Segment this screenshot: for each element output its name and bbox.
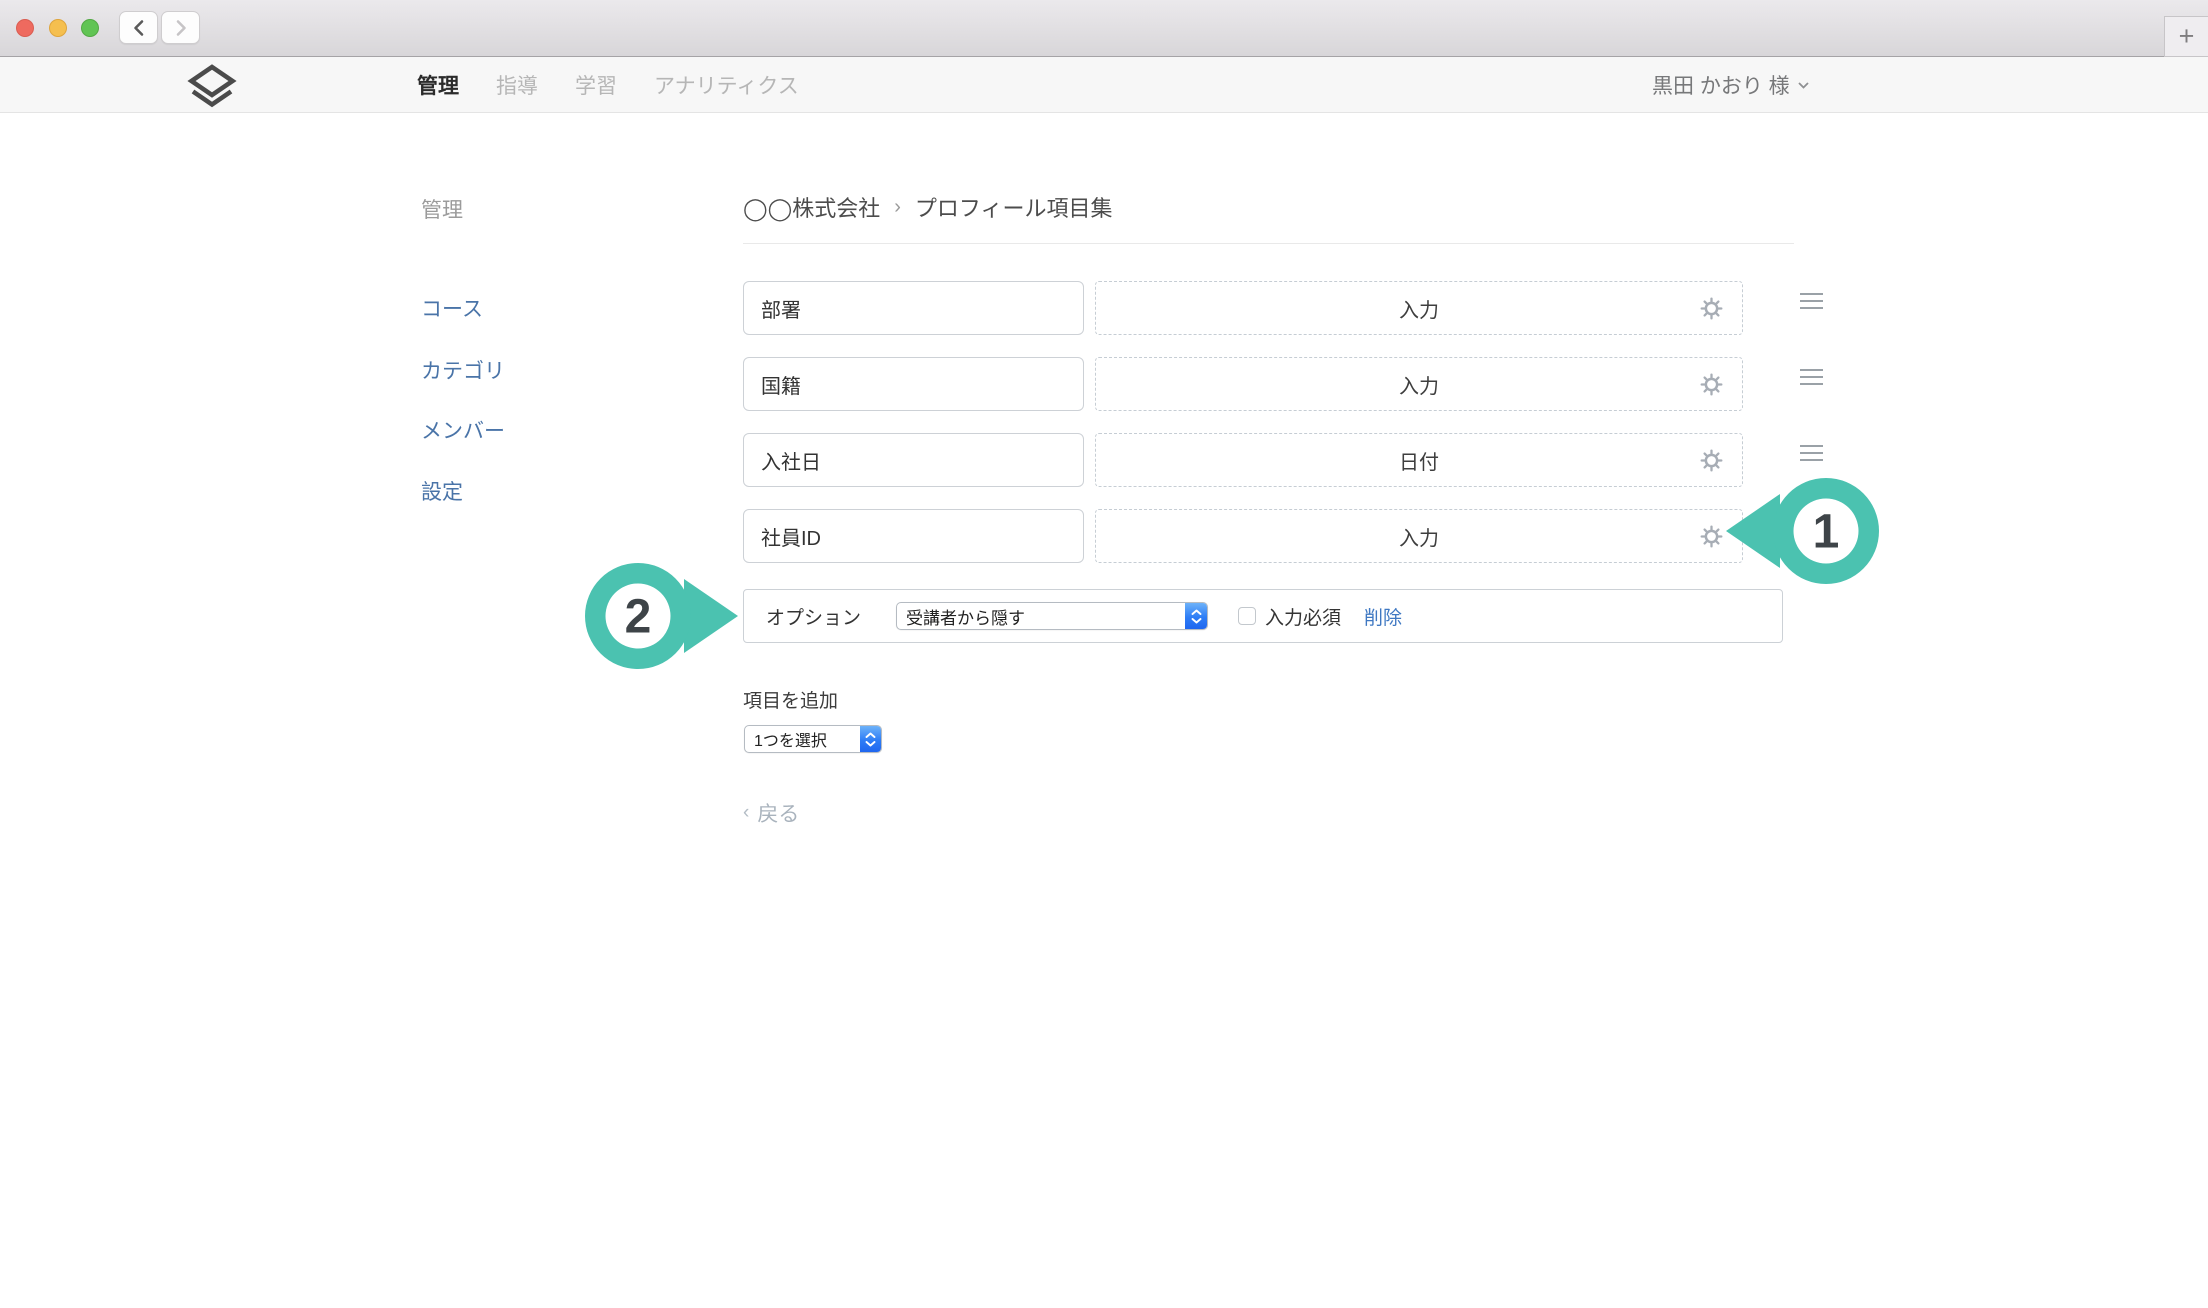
callout-number: 1 xyxy=(1813,506,1840,559)
layers-icon xyxy=(186,64,238,108)
chevron-right-icon xyxy=(174,19,188,37)
browser-forward-button[interactable] xyxy=(161,11,200,44)
app-logo[interactable] xyxy=(186,64,238,113)
drag-handle[interactable] xyxy=(1800,445,1823,461)
field-settings-gear-icon[interactable] xyxy=(1700,297,1723,320)
breadcrumb-separator-icon: › xyxy=(894,196,901,219)
field-type-box: 入力 xyxy=(1095,509,1743,563)
nav-tab-analytics[interactable]: アナリティクス xyxy=(654,70,799,100)
sidebar-item-settings[interactable]: 設定 xyxy=(421,476,463,506)
field-type-box: 入力 xyxy=(1095,357,1743,411)
field-settings-gear-icon[interactable] xyxy=(1700,373,1723,396)
field-name-input[interactable] xyxy=(743,509,1084,563)
field-type-box: 日付 xyxy=(1095,433,1743,487)
sidebar-item-members[interactable]: メンバー xyxy=(421,415,505,445)
user-menu[interactable]: 黒田 かおり 様 xyxy=(1652,57,1810,113)
nav-tab-admin[interactable]: 管理 xyxy=(417,70,459,100)
select-value: 1つを選択 xyxy=(745,727,827,751)
chevron-left-icon xyxy=(132,19,146,37)
drag-handle[interactable] xyxy=(1800,293,1823,309)
field-type-label: 日付 xyxy=(1399,446,1439,475)
field-type-label: 入力 xyxy=(1399,522,1439,551)
back-link-label: 戻る xyxy=(757,798,799,828)
select-value: 受講者から隠す xyxy=(897,604,1025,629)
breadcrumb-page-title: プロフィール項目集 xyxy=(915,191,1113,223)
chevron-left-icon: ‹ xyxy=(743,802,749,824)
delete-field-link[interactable]: 削除 xyxy=(1364,603,1402,630)
required-label: 入力必須 xyxy=(1265,603,1341,630)
drag-handle[interactable] xyxy=(1800,369,1823,385)
select-stepper-icon xyxy=(860,726,881,752)
chevron-down-icon xyxy=(1797,81,1810,90)
field-settings-gear-icon[interactable] xyxy=(1700,449,1723,472)
new-tab-button[interactable]: + xyxy=(2164,16,2208,57)
sidebar-item-categories[interactable]: カテゴリ xyxy=(421,355,505,385)
field-type-label: 入力 xyxy=(1399,294,1439,323)
window-titlebar: + xyxy=(0,0,2208,57)
sidebar-section-title: 管理 xyxy=(421,194,463,224)
option-visibility-select[interactable]: 受講者から隠す xyxy=(896,602,1208,630)
field-type-label: 入力 xyxy=(1399,370,1439,399)
window-zoom-button[interactable] xyxy=(81,19,99,37)
callout-badge-2: 2 xyxy=(580,559,742,673)
window-close-button[interactable] xyxy=(16,19,34,37)
select-stepper-icon xyxy=(1185,603,1207,629)
callout-badge-1: 1 xyxy=(1722,474,1884,588)
main-nav: 管理 指導 学習 アナリティクス xyxy=(417,57,799,113)
field-name-input[interactable] xyxy=(743,281,1084,335)
field-settings-gear-icon[interactable] xyxy=(1700,525,1723,548)
back-link[interactable]: ‹ 戻る xyxy=(743,798,799,828)
window-minimize-button[interactable] xyxy=(49,19,67,37)
field-name-input[interactable] xyxy=(743,433,1084,487)
nav-tab-coaching[interactable]: 指導 xyxy=(496,70,538,100)
breadcrumb: ◯◯株式会社 › プロフィール項目集 xyxy=(743,191,1112,223)
sidebar-item-courses[interactable]: コース xyxy=(421,293,483,323)
required-checkbox[interactable] xyxy=(1238,607,1256,625)
breadcrumb-divider xyxy=(743,243,1794,244)
user-name: 黒田 かおり 様 xyxy=(1652,70,1790,100)
page: + 管理 指導 学習 アナリティクス ? 黒田 かおり 様 xyxy=(0,0,2208,1308)
nav-tab-learning[interactable]: 学習 xyxy=(575,70,617,100)
field-name-input[interactable] xyxy=(743,357,1084,411)
options-label: オプション xyxy=(766,603,861,630)
browser-back-button[interactable] xyxy=(119,11,158,44)
add-field-label: 項目を追加 xyxy=(743,686,838,713)
add-field-select[interactable]: 1つを選択 xyxy=(744,725,882,753)
breadcrumb-company[interactable]: ◯◯株式会社 xyxy=(743,191,880,223)
field-options-row: オプション 受講者から隠す 入力必須 削除 xyxy=(743,589,1783,643)
field-type-box: 入力 xyxy=(1095,281,1743,335)
callout-number: 2 xyxy=(625,591,652,644)
app-header: 管理 指導 学習 アナリティクス ? 黒田 かおり 様 xyxy=(0,57,2208,113)
plus-icon: + xyxy=(2179,21,2195,52)
